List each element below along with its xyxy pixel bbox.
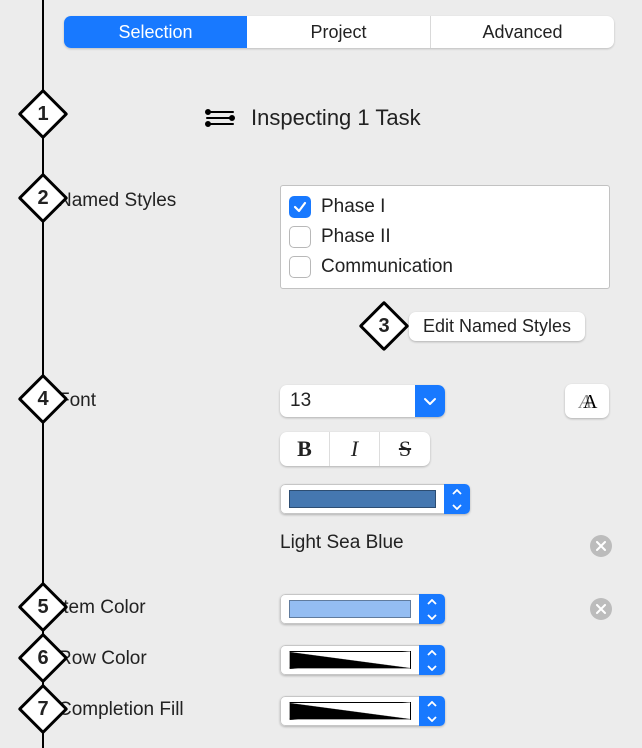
callout-marker-6: 6 bbox=[25, 640, 61, 676]
stepper-icon[interactable] bbox=[444, 484, 470, 514]
clear-font-color-button[interactable] bbox=[590, 535, 612, 557]
label-item-color: Item Color bbox=[58, 597, 146, 619]
checkbox-icon[interactable] bbox=[289, 196, 311, 218]
text-style-group: B I S bbox=[280, 432, 430, 466]
named-style-label: Communication bbox=[321, 256, 453, 278]
named-style-label: Phase I bbox=[321, 196, 385, 218]
tab-advanced[interactable]: Advanced bbox=[431, 16, 614, 48]
label-completion-fill: Completion Fill bbox=[58, 699, 184, 721]
font-size-value: 13 bbox=[280, 385, 415, 417]
label-row-color: Row Color bbox=[58, 648, 147, 670]
inspecting-title: Inspecting 1 Task bbox=[251, 105, 421, 131]
chevron-down-icon[interactable] bbox=[415, 385, 445, 417]
font-size-combo[interactable]: 13 bbox=[280, 385, 445, 417]
named-style-label: Phase II bbox=[321, 226, 391, 248]
named-style-row[interactable]: Phase I bbox=[289, 192, 601, 222]
named-styles-list: Phase I Phase II Communication bbox=[280, 185, 610, 289]
stepper-icon[interactable] bbox=[419, 696, 445, 726]
checkbox-icon[interactable] bbox=[289, 226, 311, 248]
completion-fill-swatch bbox=[289, 702, 411, 720]
callout-marker-2: 2 bbox=[25, 180, 61, 216]
italic-button[interactable]: I bbox=[330, 432, 380, 466]
row-color-well[interactable] bbox=[280, 645, 445, 675]
font-color-swatch bbox=[289, 490, 436, 508]
callout-marker-7: 7 bbox=[25, 691, 61, 727]
stepper-icon[interactable] bbox=[419, 594, 445, 624]
completion-fill-well[interactable] bbox=[280, 696, 445, 726]
callout-marker-3: 3 bbox=[366, 308, 402, 344]
inspecting-header: Inspecting 1 Task bbox=[205, 105, 421, 131]
bold-button[interactable]: B bbox=[280, 432, 330, 466]
named-style-row[interactable]: Phase II bbox=[289, 222, 601, 252]
callout-marker-5: 5 bbox=[25, 589, 61, 625]
font-color-name: Light Sea Blue bbox=[280, 532, 404, 554]
item-color-well[interactable] bbox=[280, 594, 445, 624]
item-color-swatch bbox=[289, 600, 411, 618]
tab-project[interactable]: Project bbox=[247, 16, 431, 48]
row-color-swatch bbox=[289, 651, 411, 669]
font-picker-button[interactable]: A A bbox=[565, 384, 609, 418]
callout-marker-1: 1 bbox=[25, 96, 61, 132]
stepper-icon[interactable] bbox=[419, 645, 445, 675]
strikethrough-button[interactable]: S bbox=[380, 432, 430, 466]
svg-text:A: A bbox=[583, 391, 598, 412]
tab-selection[interactable]: Selection bbox=[64, 16, 247, 48]
task-icon bbox=[205, 107, 235, 129]
label-named-styles: Named Styles bbox=[58, 190, 176, 212]
named-style-row[interactable]: Communication bbox=[289, 252, 601, 282]
font-color-well[interactable] bbox=[280, 484, 470, 514]
edit-named-styles-button[interactable]: Edit Named Styles bbox=[409, 312, 585, 341]
clear-item-color-button[interactable] bbox=[590, 598, 612, 620]
callout-marker-4: 4 bbox=[25, 381, 61, 417]
checkbox-icon[interactable] bbox=[289, 256, 311, 278]
inspector-tabs: Selection Project Advanced bbox=[64, 16, 614, 48]
